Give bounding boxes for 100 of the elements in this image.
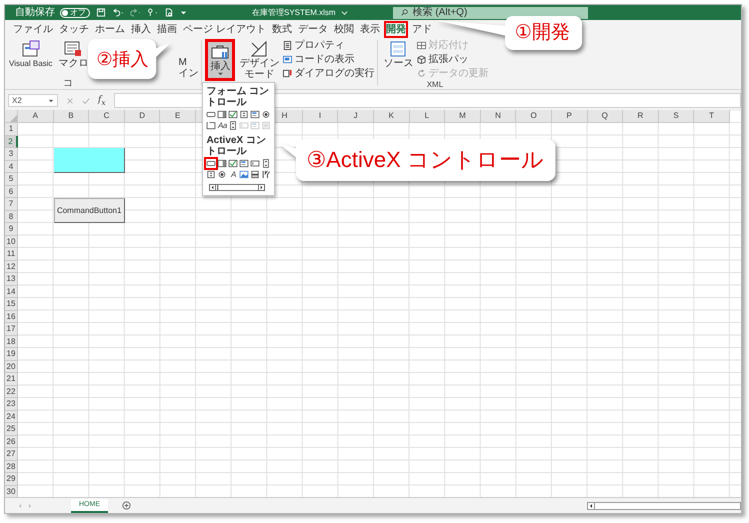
ribbon-tab[interactable]: 開発 [384,21,408,38]
view-code-button[interactable]: コードの表示 [283,53,374,66]
row-header[interactable]: 23 [5,398,18,410]
row-header[interactable]: 1 [5,123,18,136]
ribbon-tab[interactable]: アド [410,21,434,38]
refresh-icon [417,69,426,78]
menu-section-title: フォーム コントロール [206,86,270,108]
row-header[interactable]: 10 [5,236,18,248]
ribbon-tab[interactable]: 描画 [155,21,179,38]
toggle-button-icon[interactable] [250,170,260,179]
package-icon [417,55,426,64]
checkbox-icon[interactable] [228,159,238,168]
radio-button-icon[interactable] [217,170,228,179]
row-header[interactable]: 19 [5,348,18,360]
ribbon-tab[interactable]: 校閲 [332,21,356,38]
add-sheet-icon[interactable] [122,501,131,510]
scroll-bar-icon[interactable] [261,159,272,168]
save-icon[interactable] [95,8,107,17]
insert-button[interactable]: 挿入 [205,39,236,81]
text-box-icon[interactable] [250,159,260,168]
row-header[interactable]: 11 [5,248,18,260]
source-button[interactable]: ソース [381,39,416,70]
button-icon[interactable] [206,159,216,168]
macro-sheet-icon [63,40,84,58]
check-icon[interactable] [82,96,90,104]
row-header[interactable]: 13 [5,273,18,286]
horizontal-scrollbar[interactable] [587,502,741,510]
search-input[interactable]: 検索 (Alt+Q) [392,6,588,18]
row-header[interactable]: 17 [5,323,18,336]
column-header[interactable]: N [480,110,516,123]
column-header[interactable]: L [410,110,446,123]
row-header[interactable]: 24 [5,410,18,423]
ribbon-tab[interactable]: ホーム [93,21,127,38]
caret-icon [48,98,54,102]
group-box-icon[interactable] [206,121,216,130]
print-preview-icon[interactable] [163,8,175,17]
row-header[interactable]: 27 [5,448,18,460]
row-header[interactable]: 12 [5,260,18,273]
ribbon-tab[interactable]: ファイル [11,21,55,38]
scroll-bar-icon[interactable] [228,121,238,130]
column-header[interactable]: B [54,110,90,123]
table-icon [417,41,426,50]
combo-box-icon[interactable] [217,159,228,168]
spin-button-icon[interactable] [239,110,250,119]
spin-button-icon[interactable] [206,170,216,179]
ribbon-tab[interactable]: 挿入 [129,21,153,38]
caret-icon[interactable] [180,9,187,16]
row-header[interactable]: 4 [5,160,18,173]
insert-function-button[interactable]: f$_{x}$ [98,94,106,106]
list-icon [283,41,292,50]
row-header[interactable]: 21 [5,373,18,386]
ribbon-tab[interactable]: タッチ [57,21,91,38]
row-header[interactable]: 29 [5,473,18,486]
column-header[interactable]: S [658,110,694,123]
row-header[interactable]: 25 [5,423,18,436]
list-box-icon[interactable] [250,110,260,119]
row-header[interactable]: 8 [5,210,18,223]
run-dialog-button[interactable]: ダイアログの実行 [283,67,374,80]
row-header[interactable]: 6 [5,186,18,198]
button-icon[interactable] [206,110,216,119]
row-header[interactable]: 5 [5,173,18,186]
combo-box-icon[interactable] [217,110,228,119]
code-window-icon [20,40,41,58]
properties-button[interactable]: プロパティ [283,39,374,52]
label-tool[interactable]: Aa [217,121,228,130]
row-header[interactable]: 9 [5,223,18,236]
ribbon-tab[interactable]: データ [296,21,330,38]
row-header[interactable]: 18 [5,336,18,348]
label-tool[interactable]: A [228,170,238,179]
ribbon-tab[interactable]: 表示 [358,21,382,38]
design-mode-button[interactable]: デザイン モード [237,39,282,81]
name-box[interactable]: X2 [8,94,58,107]
expansion-button[interactable]: 拡張パッ [417,53,488,66]
image-icon[interactable] [239,170,250,179]
command-button[interactable]: CommandButton1 [54,198,125,223]
row-header[interactable]: 26 [5,436,18,448]
xml-pane-icon [388,40,408,58]
ribbon-tab[interactable]: 数式 [270,21,294,38]
radio-button-icon[interactable] [261,110,272,119]
visual-basic-button[interactable]: Visual Basic [7,39,54,70]
rectangle-shape[interactable] [54,148,125,173]
row-header[interactable]: 20 [5,360,18,373]
row-header[interactable]: 15 [5,298,18,310]
row-header[interactable]: 2 [5,136,18,148]
row-header[interactable]: 14 [5,286,18,298]
row-header[interactable]: 28 [5,460,18,473]
group-label: XML [426,80,444,90]
row-header[interactable]: 30 [5,486,18,497]
row-header[interactable]: 3 [5,148,18,160]
autosave-toggle[interactable]: オフ [60,8,90,18]
checkbox-icon[interactable] [228,110,238,119]
menu-section-title: ActiveX コントロール [206,135,267,157]
chevron-icon[interactable] [340,9,348,16]
wrench-icon[interactable] [261,170,272,179]
com-add-in-button[interactable]: M イン [178,39,198,79]
list-box-icon[interactable] [239,159,250,168]
row-header[interactable]: 7 [5,198,18,210]
row-header[interactable]: 22 [5,386,18,398]
row-header[interactable]: 16 [5,310,18,323]
ribbon-tab[interactable]: ページ レイアウト [181,21,268,38]
